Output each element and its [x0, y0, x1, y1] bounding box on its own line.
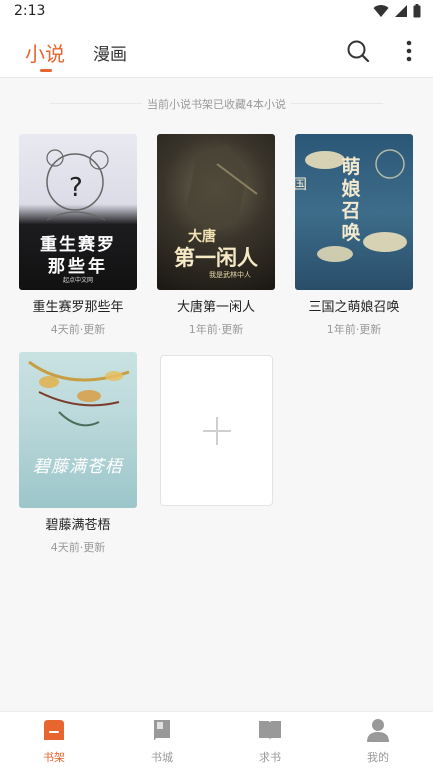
more-button[interactable]	[396, 38, 422, 64]
nav-item-bookstore[interactable]: 书城	[108, 712, 216, 771]
search-icon	[347, 40, 370, 63]
book-update-time: 1年前·更新	[326, 323, 382, 336]
book-title: 重生赛罗那些年	[32, 300, 124, 315]
nav-item-request[interactable]: 求书	[216, 712, 324, 771]
nav-label: 书城	[151, 751, 173, 764]
more-vertical-icon	[406, 40, 412, 62]
cover-badge: 我是武林中人	[209, 271, 251, 279]
cover-subtitle: 那些年	[48, 257, 108, 277]
book-title: 大唐第一闲人	[176, 300, 255, 315]
status-time: 2:13	[14, 3, 46, 19]
cover-subtitle: 三国	[295, 177, 307, 193]
status-icons	[373, 4, 421, 18]
book-card[interactable]: 大唐 第一闲人 我是武林中人 大唐第一闲人 1年前·更新	[157, 134, 275, 337]
tab-comic[interactable]: 漫画	[93, 40, 127, 65]
book-card[interactable]: 碧藤满苍梧 碧藤满苍梧 4天前·更新	[19, 352, 137, 555]
shelf-info: 当前小说书架已收藏4本小说	[0, 96, 433, 112]
book-cover: ? 重生赛罗 那些年 起点中文网	[19, 134, 137, 290]
nav-item-profile[interactable]: 我的	[324, 712, 432, 771]
app-header: 小说 漫画	[0, 24, 433, 78]
user-icon	[367, 719, 389, 742]
book-cover: 萌娘召唤 三国	[295, 134, 413, 290]
status-bar: 2:13	[0, 0, 433, 24]
cover-subtitle: 第一闲人	[174, 245, 258, 270]
open-book-icon	[259, 721, 281, 740]
cover-badge: 起点中文网	[62, 277, 93, 284]
search-button[interactable]	[345, 38, 371, 64]
cover-title: 碧藤满苍梧	[33, 457, 123, 477]
svg-text:?: ?	[69, 173, 83, 203]
bottom-nav: 书架 书城 求书 我的	[0, 711, 433, 771]
wifi-icon	[373, 5, 389, 18]
nav-item-bookshelf[interactable]: 书架	[0, 712, 108, 771]
active-tab-indicator	[40, 69, 52, 72]
book-update-time: 4天前·更新	[50, 323, 106, 336]
signal-icon	[395, 5, 407, 17]
book-update-time: 1年前·更新	[188, 323, 244, 336]
book-title: 三国之萌娘召唤	[308, 300, 400, 315]
book-card[interactable]: 萌娘召唤 三国 三国之萌娘召唤 1年前·更新	[295, 134, 413, 337]
flower-illustration	[28, 360, 130, 427]
add-book-button[interactable]	[160, 355, 273, 506]
tab-novel[interactable]: 小说	[25, 38, 65, 67]
book-update-time: 4天前·更新	[50, 541, 106, 554]
nav-label: 求书	[259, 751, 281, 764]
nav-label: 书架	[43, 751, 65, 764]
nav-label: 我的	[367, 751, 389, 764]
bookshelf-icon	[44, 720, 64, 740]
book-card[interactable]: ? 重生赛罗 那些年 起点中文网 重生赛罗那些年 4天前·更新	[19, 134, 137, 337]
plus-icon	[202, 416, 231, 445]
book-cover: 大唐 第一闲人 我是武林中人	[157, 134, 275, 290]
book-title: 碧藤满苍梧	[45, 518, 111, 533]
battery-icon	[413, 4, 421, 18]
book-cover: 碧藤满苍梧	[19, 352, 137, 508]
book-icon	[154, 720, 170, 740]
cover-title: 萌娘召唤	[341, 156, 361, 244]
